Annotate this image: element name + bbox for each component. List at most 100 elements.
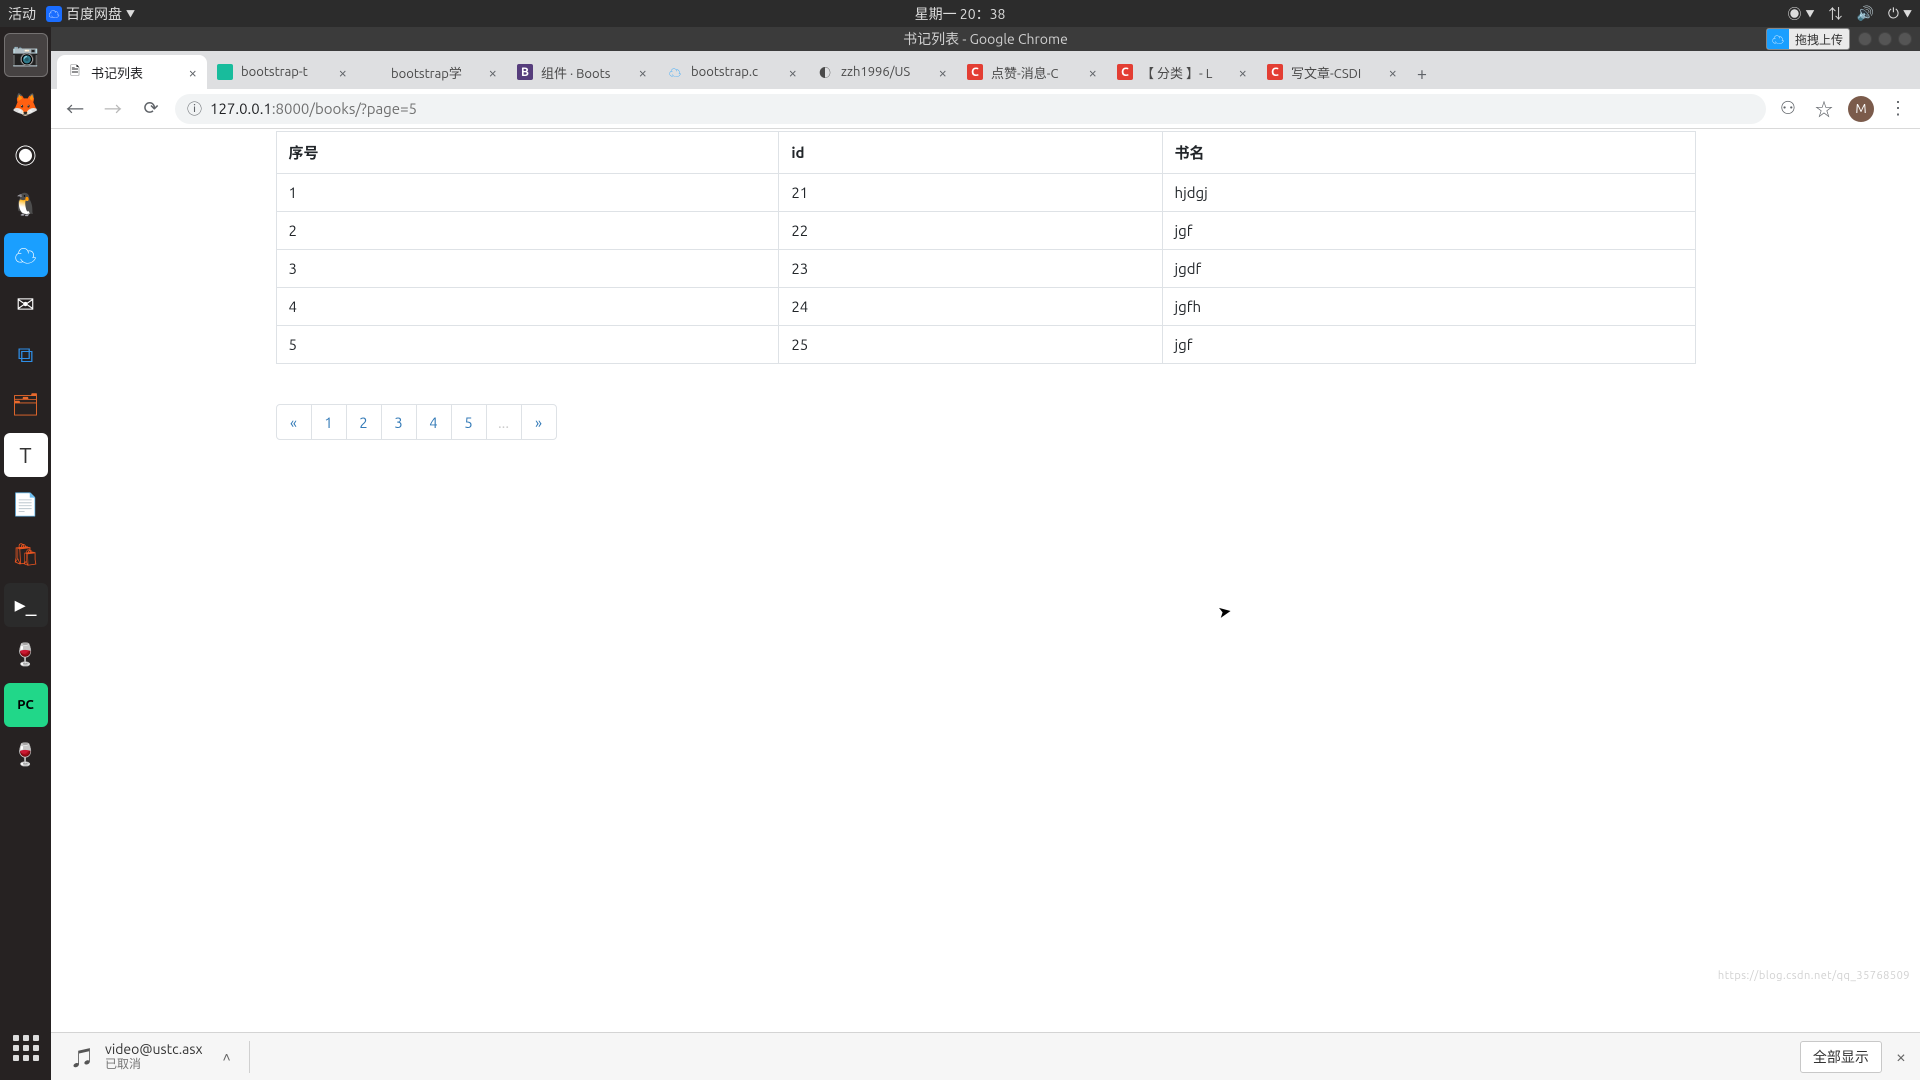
launcher-vscode-icon[interactable]: ⧉: [4, 333, 48, 377]
launcher-firefox-icon[interactable]: 🦊: [4, 83, 48, 127]
page-prev[interactable]: «: [276, 404, 312, 440]
col-seq: 序号: [276, 132, 779, 174]
tab-title: 点赞-消息-C: [991, 63, 1081, 82]
page-5[interactable]: 5: [451, 404, 487, 440]
separator: [249, 1041, 250, 1073]
music-file-icon: ♫: [73, 1042, 93, 1071]
cell-id: 22: [779, 212, 1162, 250]
tab-1[interactable]: bootstrap-t ×: [207, 55, 357, 89]
books-table: 序号 id 书名 1 21 hjdgj 2 22 jgf: [276, 131, 1696, 364]
bookmark-icon[interactable]: ☆: [1812, 97, 1836, 121]
address-bar[interactable]: ⓘ 127.0.0.1:8000/books/?page=5: [175, 94, 1766, 124]
favicon-icon: [217, 64, 233, 80]
csdn-icon: C: [967, 64, 983, 80]
network-icon[interactable]: ⇅: [1828, 4, 1842, 24]
forward-button[interactable]: →: [99, 95, 127, 123]
app-indicator[interactable]: ☁ 百度网盘 ▼: [46, 4, 135, 24]
cell-id: 25: [779, 326, 1162, 364]
show-all-downloads-button[interactable]: 全部显示: [1800, 1041, 1882, 1073]
translate-icon[interactable]: ⚇: [1776, 97, 1800, 121]
tab-0[interactable]: 🗎 书记列表 ×: [57, 55, 207, 89]
panel-clock[interactable]: 星期一 20：38: [915, 4, 1006, 24]
page-4[interactable]: 4: [416, 404, 452, 440]
power-icon[interactable]: ⏻ ▼: [1888, 5, 1912, 22]
launcher-terminal-icon[interactable]: ▸_: [4, 583, 48, 627]
close-icon[interactable]: ×: [339, 64, 347, 81]
tab-2[interactable]: bootstrap学 ×: [357, 55, 507, 89]
page-3[interactable]: 3: [381, 404, 417, 440]
launcher-chrome-icon[interactable]: ◉: [4, 133, 48, 177]
launcher-writer-icon[interactable]: 📄: [4, 483, 48, 527]
favicon-icon: [367, 64, 383, 80]
cloud-icon: ☁: [667, 64, 683, 80]
cell-seq: 2: [276, 212, 779, 250]
page-2[interactable]: 2: [346, 404, 382, 440]
table-row: 5 25 jgf: [276, 326, 1695, 364]
launcher-thunderbird-icon[interactable]: ✉: [4, 283, 48, 327]
chrome-window: 🗎 书记列表 × bootstrap-t × bootstrap学 × B 组件…: [51, 51, 1920, 1080]
cell-id: 21: [779, 174, 1162, 212]
cell-seq: 3: [276, 250, 779, 288]
menu-icon[interactable]: ⋮: [1886, 97, 1910, 121]
close-icon[interactable]: ×: [639, 64, 647, 81]
launcher-pycharm-icon[interactable]: PC: [4, 683, 48, 727]
page-viewport: 序号 id 书名 1 21 hjdgj 2 22 jgf: [51, 129, 1920, 1032]
close-icon[interactable]: ×: [1389, 64, 1397, 81]
page-next[interactable]: »: [521, 404, 557, 440]
close-icon[interactable]: ×: [789, 64, 797, 81]
table-row: 4 24 jgfh: [276, 288, 1695, 326]
tab-7[interactable]: C 【 分类 】- L ×: [1107, 55, 1257, 89]
launcher-text-icon[interactable]: T: [4, 433, 48, 477]
upload-widget[interactable]: ☁ 拖拽上传: [1766, 28, 1850, 50]
cell-seq: 5: [276, 326, 779, 364]
accessibility-icon[interactable]: ◉ ▼: [1787, 4, 1814, 24]
chevron-up-icon[interactable]: ˄: [223, 1049, 231, 1065]
tab-3[interactable]: B 组件 · Boots ×: [507, 55, 657, 89]
download-shelf: ♫ video@ustc.asx 已取消 ˄ 全部显示 ×: [51, 1032, 1920, 1080]
launcher-files-icon[interactable]: 🗂: [4, 383, 48, 427]
cell-seq: 1: [276, 174, 779, 212]
url-host: 127.0.0.1: [210, 100, 272, 117]
back-button[interactable]: ←: [61, 95, 89, 123]
close-icon[interactable]: ×: [1239, 64, 1247, 81]
chevron-down-icon: ▼: [126, 7, 135, 20]
launcher-wine2-icon[interactable]: 🍷: [4, 733, 48, 777]
tab-8[interactable]: C 写文章-CSDI ×: [1257, 55, 1407, 89]
launcher-qq-icon[interactable]: 🐧: [4, 183, 48, 227]
profile-avatar[interactable]: M: [1848, 96, 1874, 122]
activities-button[interactable]: 活动: [8, 4, 36, 24]
download-item[interactable]: ♫ video@ustc.asx 已取消 ˄: [65, 1037, 239, 1076]
close-icon[interactable]: ×: [489, 64, 497, 81]
tab-5[interactable]: ◐ zzh1996/US ×: [807, 55, 957, 89]
window-title: 书记列表 - Google Chrome: [903, 29, 1068, 49]
volume-icon[interactable]: 🔊: [1856, 5, 1873, 22]
tab-title: bootstrap-t: [241, 65, 331, 79]
launcher-software-icon[interactable]: 🛍: [4, 533, 48, 577]
new-tab-button[interactable]: +: [1407, 59, 1437, 89]
page-icon: 🗎: [67, 64, 83, 80]
window-close-button[interactable]: [1898, 32, 1912, 46]
launcher-apps-button[interactable]: [4, 1026, 48, 1070]
upload-widget-label: 拖拽上传: [1789, 31, 1849, 48]
window-maximize-button[interactable]: [1878, 32, 1892, 46]
table-row: 1 21 hjdgj: [276, 174, 1695, 212]
launcher-screenshot-icon[interactable]: 📷: [4, 33, 48, 77]
launcher-wine-icon[interactable]: 🍷: [4, 633, 48, 677]
site-info-icon[interactable]: ⓘ: [187, 98, 202, 119]
close-icon[interactable]: ×: [1896, 1047, 1906, 1067]
download-status: 已取消: [105, 1058, 203, 1072]
tab-6[interactable]: C 点赞-消息-C ×: [957, 55, 1107, 89]
page-ellipsis: ...: [486, 404, 522, 440]
close-icon[interactable]: ×: [939, 64, 947, 81]
tab-4[interactable]: ☁ bootstrap.c ×: [657, 55, 807, 89]
close-icon[interactable]: ×: [1089, 64, 1097, 81]
tab-title: 组件 · Boots: [541, 63, 631, 82]
reload-button[interactable]: ⟳: [137, 95, 165, 123]
cell-name: jgfh: [1162, 288, 1695, 326]
csdn-icon: C: [1267, 64, 1283, 80]
window-minimize-button[interactable]: [1858, 32, 1872, 46]
close-icon[interactable]: ×: [189, 64, 197, 81]
app-indicator-label: 百度网盘: [66, 4, 122, 24]
page-1[interactable]: 1: [311, 404, 347, 440]
launcher-baidudisk-icon[interactable]: ☁: [4, 233, 48, 277]
